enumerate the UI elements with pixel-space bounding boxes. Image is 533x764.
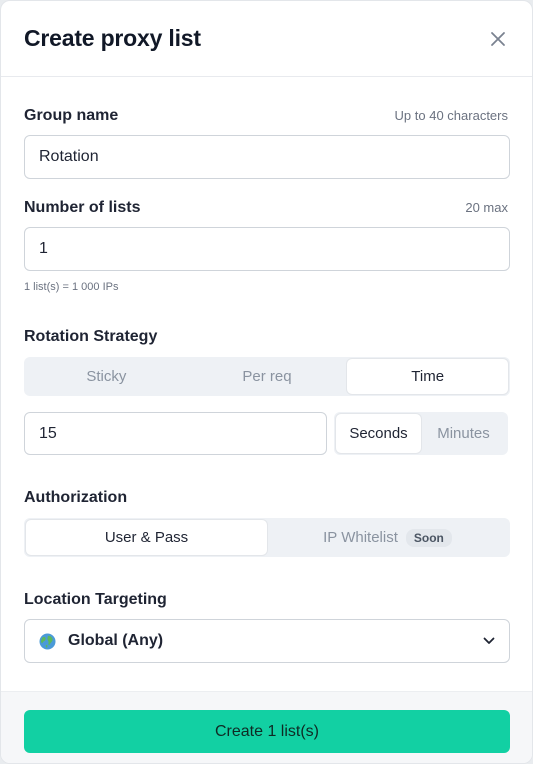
globe-icon [39,633,56,649]
rotation-strategy-label: Rotation Strategy [24,328,158,345]
create-list-button[interactable]: Create 1 list(s) [24,710,510,753]
authorization-segmented: User & Pass IP Whitelist Soon [24,518,510,557]
modal-header: Create proxy list [1,1,532,77]
number-of-lists-label: Number of lists [24,199,141,216]
auth-option-ip-whitelist: IP Whitelist Soon [267,520,508,555]
location-select-value-wrap: Global (Any) [39,632,163,650]
soon-badge: Soon [405,528,452,547]
authorization-label: Authorization [24,489,128,506]
rotation-option-sticky[interactable]: Sticky [26,359,187,394]
modal-footer: Create 1 list(s) [1,691,532,763]
number-of-lists-input[interactable]: 1 [24,227,510,271]
close-icon [491,31,505,46]
group-name-label: Group name [24,107,119,124]
modal-title: Create proxy list [24,25,201,51]
ips-summary: 1 list(s) = 1 000 IPs [24,281,119,293]
location-select[interactable]: Global (Any) [24,619,510,663]
auth-option-user-pass[interactable]: User & Pass [26,520,267,555]
close-button[interactable] [486,27,510,51]
time-row: 15 Seconds Minutes [24,412,508,455]
chevron-down-icon [483,637,495,644]
number-of-lists-value: 1 [39,240,48,257]
ip-whitelist-label: IP Whitelist [323,529,398,546]
time-value: 15 [39,424,57,442]
unit-option-minutes[interactable]: Minutes [421,414,506,453]
group-name-input[interactable]: Rotation [24,135,510,179]
rotation-strategy-segmented: Sticky Per req Time [24,357,510,396]
time-unit-segmented: Seconds Minutes [334,412,508,455]
modal-body: Group name Up to 40 characters Rotation … [1,107,532,663]
create-proxy-list-modal: Create proxy list Group name Up to 40 ch… [0,0,533,764]
number-of-lists-hint: 20 max [465,200,508,215]
group-name-header: Group name Up to 40 characters [24,107,508,125]
rotation-option-time[interactable]: Time [347,359,509,394]
time-value-input[interactable]: 15 [24,412,327,455]
location-targeting-label: Location Targeting [24,591,167,608]
unit-option-seconds[interactable]: Seconds [336,414,421,453]
location-value: Global (Any) [68,632,164,649]
rotation-option-per-req[interactable]: Per req [187,359,348,394]
group-name-hint: Up to 40 characters [394,108,508,123]
group-name-value: Rotation [39,148,99,165]
number-of-lists-header: Number of lists 20 max [24,199,508,217]
